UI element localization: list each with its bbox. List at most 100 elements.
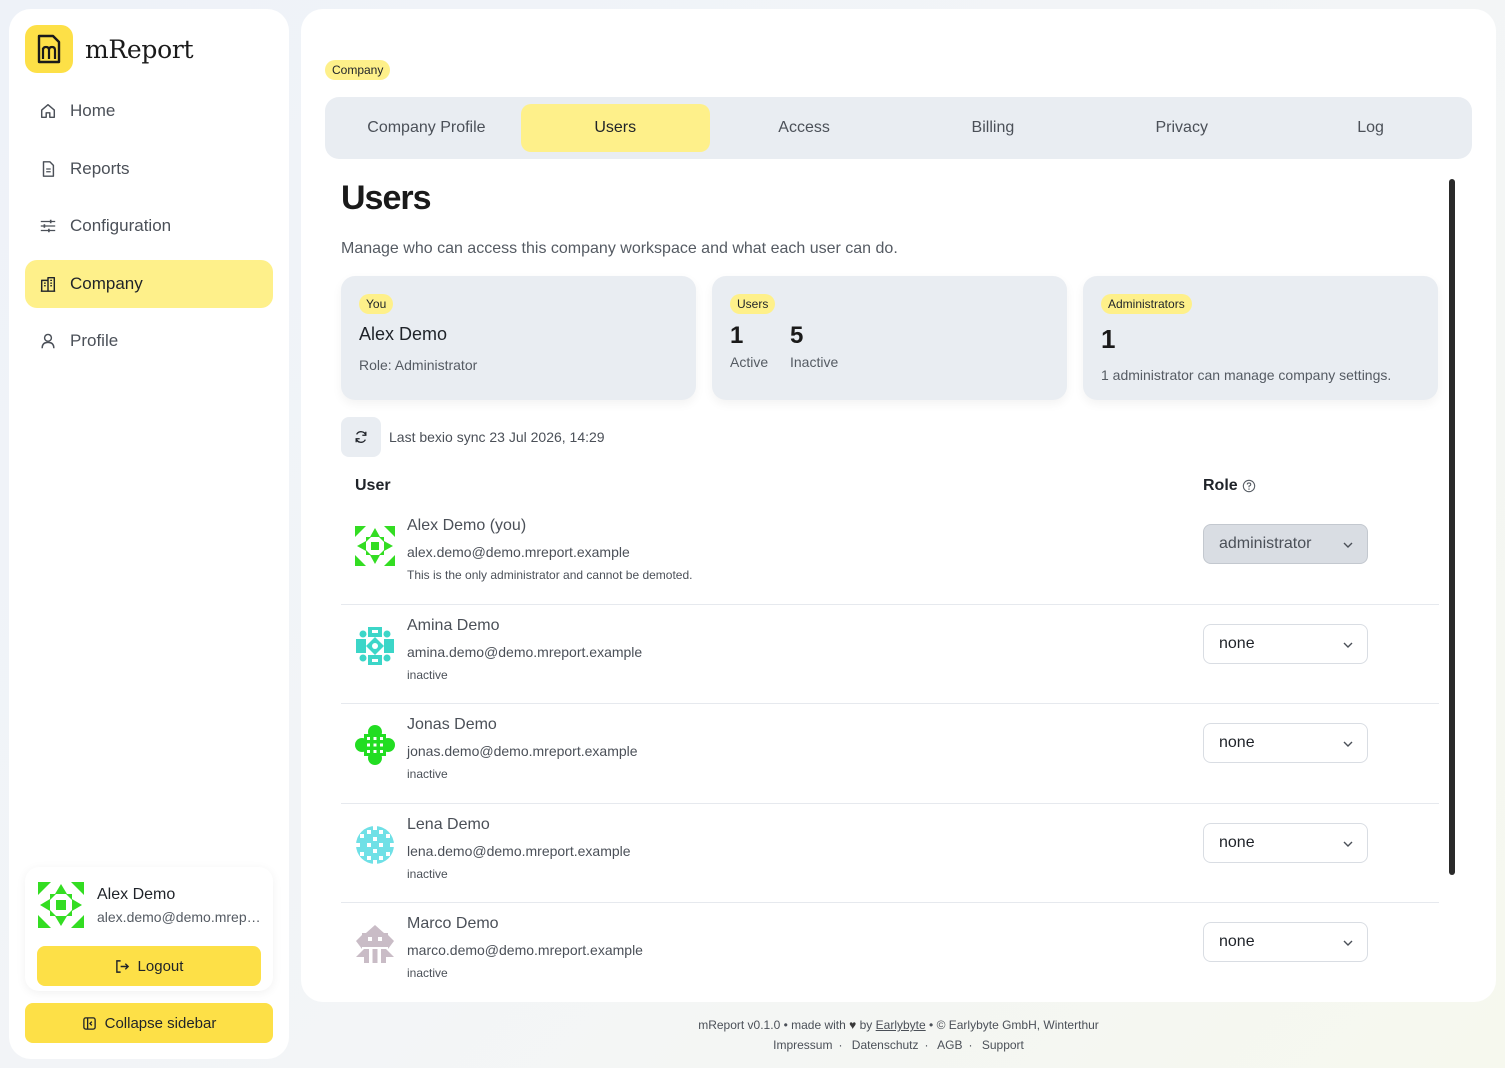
avatar [356,825,394,864]
footer-separator: · [838,1038,843,1052]
stat-card-administrators: Administrators 1 1 administrator can man… [1083,276,1438,400]
role-select-value: none [1219,933,1255,950]
sidebar-item-company[interactable]: Company [25,259,273,308]
last-sync-text: Last bexio sync 23 Jul 2026, 14:29 [389,429,605,445]
user-email: amina.demo@demo.mreport.example [407,643,643,660]
inactive-label: Inactive [790,354,839,370]
tab-access[interactable]: Access [710,104,899,152]
administrators-badge: Administrators [1101,294,1192,314]
chevron-down-icon [1343,940,1353,946]
users-badge: Users [730,294,776,314]
page-description: Manage who can access this company works… [341,240,898,257]
scrollbar[interactable] [1447,177,1457,977]
column-header-role: Role [1203,477,1256,495]
avatar [356,925,394,963]
footer-link-impressum[interactable]: Impressum [773,1038,832,1052]
you-role: Role: Administrator [359,357,478,373]
role-select[interactable]: none [1203,623,1368,664]
tab-company-profile[interactable]: Company Profile [332,104,521,152]
avatar [355,526,395,566]
sidebar-item-label: Company [70,273,143,293]
sidebar-item-configuration[interactable]: Configuration [25,202,273,250]
sidebar-item-reports[interactable]: Reports [25,145,273,193]
user-icon [41,333,55,349]
tab-billing[interactable]: Billing [898,104,1087,152]
users-content: Users Manage who can access this company… [341,177,1439,1002]
logout-icon [115,959,129,973]
user-email: alex.demo@demo.mreport.example [407,544,630,560]
sidebar-item-label: Configuration [70,216,172,235]
company-tabs: Company Profile Users Access Billing Pri… [325,97,1472,159]
main-panel: Company Company Profile Users Access Bil… [301,9,1496,1002]
table-row: Lena Demo lena.demo@demo.mreport.example… [341,804,1439,903]
chevron-down-icon [1343,841,1353,847]
inactive-count: 5 [790,322,804,349]
inactive-users-stat: 5 Inactive [790,322,838,370]
role-select[interactable]: administrator [1203,524,1368,564]
table-row: Amina Demo amina.demo@demo.mreport.examp… [341,605,1439,704]
chevron-down-icon [1343,642,1353,648]
sidebar: mReport Home Reports Configuration Compa… [9,9,289,1059]
administrators-count: 1 [1101,324,1116,354]
user-status: inactive [407,866,448,881]
collapse-sidebar-label: Collapse sidebar [104,1014,217,1032]
sidebar-item-home[interactable]: Home [25,87,273,135]
role-select-value: none [1219,833,1255,851]
role-select[interactable]: none [1203,922,1368,962]
chevron-down-icon [1343,542,1353,548]
user-name: Alex Demo (you) [407,517,527,534]
sidebar-item-profile[interactable]: Profile [25,317,273,365]
collapse-sidebar-icon [82,1016,96,1030]
table-row: Jonas Demo jonas.demo@demo.mreport.examp… [341,704,1439,804]
sidebar-nav: Home Reports Configuration Company Profi… [25,87,273,375]
footer-by: by [859,1018,873,1032]
logout-button[interactable]: Logout [37,946,261,986]
footer-link-earlybyte[interactable]: Earlybyte [876,1018,926,1032]
sync-button[interactable] [341,417,381,457]
home-icon [40,103,56,119]
role-select-value: none [1219,734,1255,751]
logo-icon [37,34,61,64]
users-table-header: User Role [341,457,1439,505]
footer-separator: · [968,1038,973,1052]
table-row: Alex Demo (you) alex.demo@demo.mreport.e… [341,505,1439,605]
heart-icon: ♥ [849,1018,857,1032]
help-icon[interactable] [1242,479,1256,493]
role-select-value: administrator [1219,535,1312,552]
user-name: Jonas Demo [407,716,497,733]
tab-users[interactable]: Users [520,104,710,152]
user-name: Marco Demo [407,915,499,932]
footer-copyright: • © Earlybyte GmbH, Winterthur [929,1018,1099,1032]
role-select[interactable]: none [1203,822,1368,863]
app-name: mReport [85,34,194,64]
active-label: Active [730,354,769,370]
footer-link-agb[interactable]: AGB [937,1038,962,1052]
tab-privacy[interactable]: Privacy [1087,104,1276,152]
you-name: Alex Demo [359,324,448,344]
sliders-icon [40,219,56,233]
active-users-stat: 1 Active [730,322,768,370]
building-icon [40,276,56,292]
tab-log[interactable]: Log [1276,104,1465,152]
user-note: This is the only administrator and canno… [407,568,693,582]
user-status: inactive [407,667,448,682]
refresh-icon [355,431,367,443]
footer: mReport v0.1.0 • made with ♥ by Earlybyt… [301,1015,1496,1055]
footer-links: Impressum · Datenschutz · AGB · Support [301,1035,1496,1055]
page-title: Users [341,179,432,217]
footer-link-datenschutz[interactable]: Datenschutz [852,1038,919,1052]
user-name: Amina Demo [407,616,500,634]
collapse-sidebar-button[interactable]: Collapse sidebar [25,1003,273,1043]
scrollbar-thumb[interactable] [1449,179,1455,875]
stat-card-you: You Alex Demo Role: Administrator [341,276,696,400]
table-row: Marco Demo marco.demo@demo.mreport.examp… [341,903,1439,1002]
active-count: 1 [730,322,744,349]
footer-link-support[interactable]: Support [982,1038,1024,1052]
stat-card-users: Users 1 Active 5 Inactive [712,276,1067,400]
app-logo [25,25,73,73]
role-select[interactable]: none [1203,723,1368,763]
breadcrumb[interactable]: Company [325,60,391,80]
logout-label: Logout [137,957,184,975]
avatar [356,626,394,665]
brand[interactable]: mReport [25,25,194,73]
